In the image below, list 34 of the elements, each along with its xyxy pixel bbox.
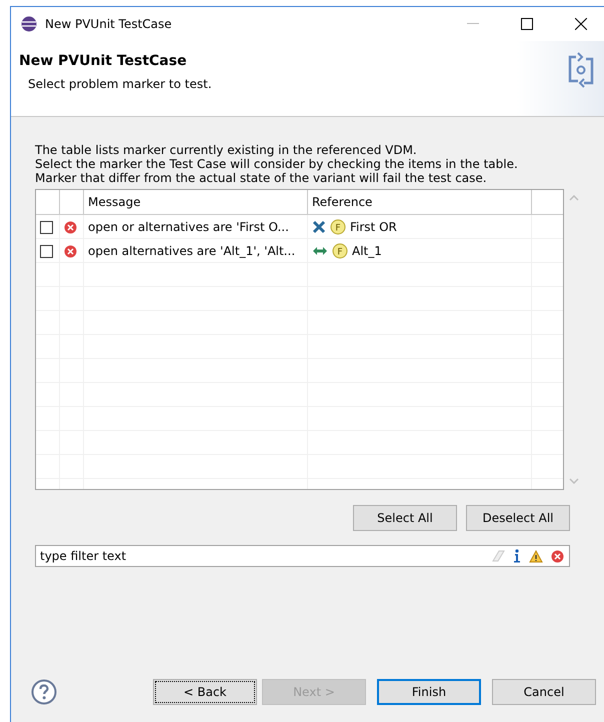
error-icon[interactable]	[551, 550, 564, 562]
description-line: Marker that differ from the actual state of the variant will fail the test case.	[35, 171, 488, 185]
window-title: New PVUnit TestCase	[45, 17, 173, 31]
table-cell: First OR	[350, 220, 397, 234]
description-line: The table lists marker currently existing in the referenced VDM.	[35, 143, 418, 157]
feature-badge-icon: F	[330, 219, 346, 235]
selection-button[interactable]: Select All	[353, 505, 457, 531]
close-icon[interactable]	[575, 18, 587, 30]
cross-icon	[312, 220, 326, 234]
error-icon	[64, 244, 77, 258]
feature-badge-icon: F	[332, 243, 348, 259]
info-icon[interactable]	[513, 549, 521, 563]
wizard-button[interactable]: < Back	[153, 679, 257, 705]
cycle-icon	[566, 51, 596, 89]
wizard-button[interactable]: Finish	[377, 679, 481, 705]
double-arrow-icon	[312, 245, 328, 257]
page-subtitle: Select problem marker to test.	[27, 77, 213, 91]
checkbox[interactable]	[40, 244, 53, 258]
help-icon[interactable]	[31, 679, 57, 705]
checkbox[interactable]	[40, 220, 53, 234]
table-cell-text: open alternatives are 'Alt_1', 'Alt...	[87, 243, 296, 260]
maximize-icon[interactable]	[521, 18, 533, 30]
selection-button[interactable]: Deselect All	[466, 505, 570, 531]
wizard-button[interactable]: Cancel	[492, 679, 596, 705]
app-icon	[21, 16, 37, 32]
column-header[interactable]: Message	[84, 190, 308, 214]
warning-icon[interactable]	[529, 550, 543, 562]
table-cell: Alt_1	[352, 244, 382, 258]
error-icon	[64, 220, 77, 234]
page-title: New PVUnit TestCase	[19, 53, 188, 69]
table-cell-text: open or alternatives are 'First O...	[87, 219, 290, 236]
description-line: Select the marker the Test Case will consider by checking the items in the table.	[35, 157, 519, 171]
filter-field[interactable]: type filter text	[35, 545, 570, 567]
column-header[interactable]: Reference	[308, 190, 532, 214]
